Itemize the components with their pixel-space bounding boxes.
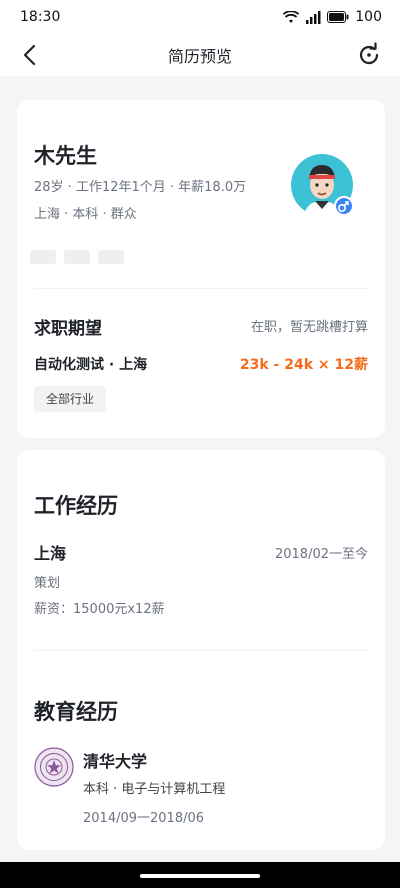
contact-item[interactable] [64,250,90,264]
contact-item[interactable] [98,250,124,264]
contact-info-row [30,250,124,264]
page-title: 简历预览 [167,47,232,66]
divider [34,650,368,651]
home-indicator[interactable] [140,874,260,878]
nav-bar: 简历预览 [0,34,400,76]
job-status: 在职，暂无跳槽打算 [250,320,368,335]
expected-position: 自动化测试 · 上海 [34,357,148,373]
signal-icon [306,10,321,24]
edu-major: 本科 · 电子与计算机工程 [83,782,226,797]
status-time: 18:30 [20,9,61,25]
divider [34,288,368,289]
section-title-job-expectation: 求职期望 [34,319,102,339]
contact-item[interactable] [30,250,56,264]
avatar [291,154,354,217]
expected-salary: 23k - 24k × 12薪 [239,357,368,373]
work-salary: 薪资：15000元x12薪 [34,602,165,617]
work-company: 上海 [34,544,67,563]
candidate-name: 木先生 [34,144,97,168]
candidate-summary: 28岁 · 工作12年1个月 · 年薪18.0万 [34,180,247,195]
university-logo [34,747,74,787]
work-role: 策划 [34,576,61,591]
edu-date: 2014/09一2018/06 [83,811,205,826]
work-date: 2018/02一至今 [274,547,368,562]
candidate-location-education: 上海 · 本科 · 群众 [34,207,137,222]
profile-card: 木先生 28岁 · 工作12年1个月 · 年薪18.0万 上海 · 本科 · 群… [17,100,385,438]
battery-level: 100 [355,9,382,25]
industry-tag: 全部行业 [34,386,107,412]
experience-card: 工作经历 上海 2018/02一至今 策划 薪资：15000元x12薪 教育经历… [17,450,385,850]
section-title-work: 工作经历 [34,494,118,518]
wifi-icon [283,10,300,23]
status-icons: 100 [283,9,382,25]
edu-school: 清华大学 [83,752,148,771]
battery-icon [327,11,349,23]
refresh-icon[interactable] [356,42,382,68]
chevron-left-icon[interactable] [18,42,44,68]
status-bar: 18:30 100 [0,0,400,34]
section-title-education: 教育经历 [34,700,118,724]
